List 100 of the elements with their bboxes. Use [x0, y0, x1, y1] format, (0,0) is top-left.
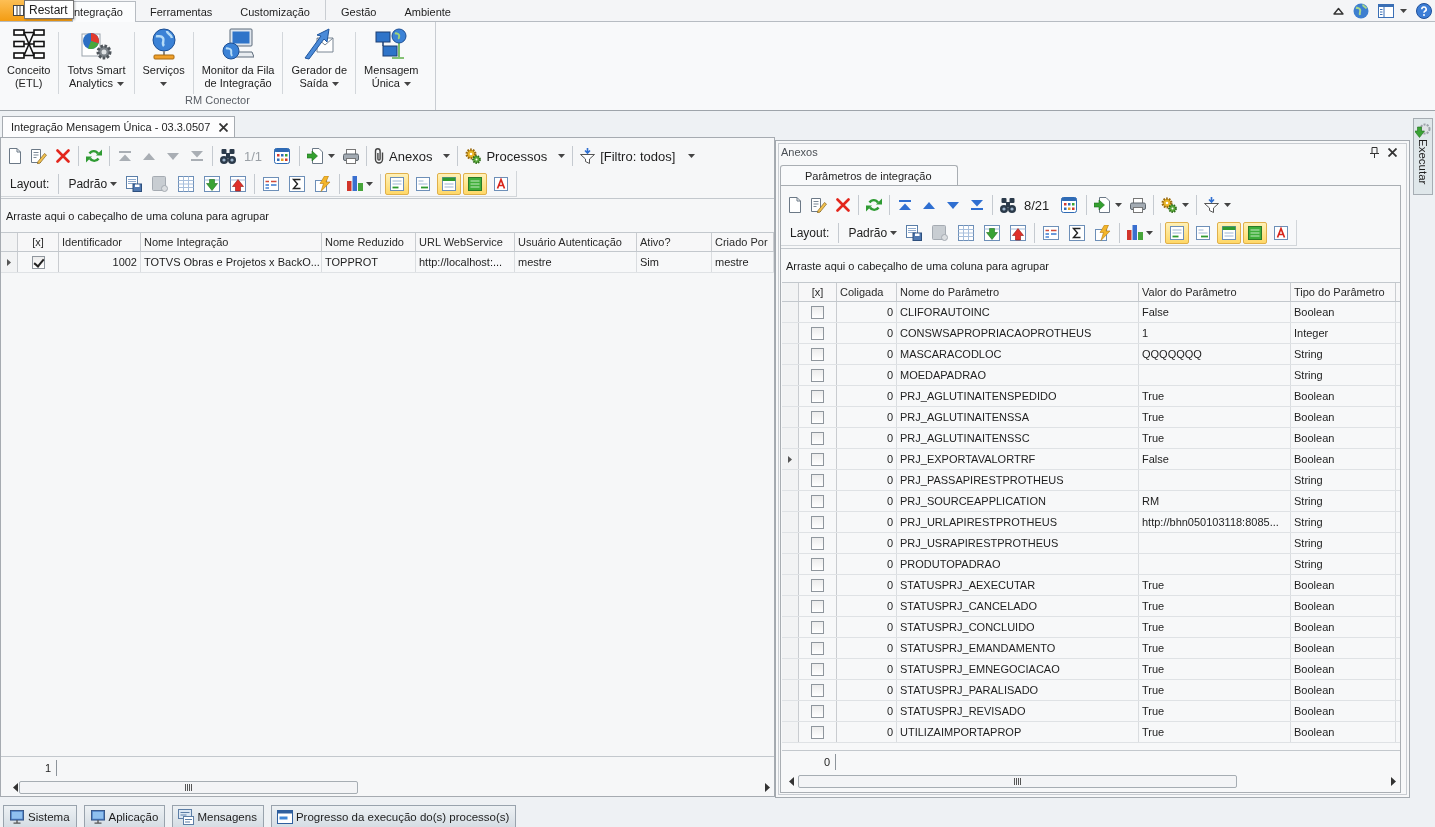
taskbar-button[interactable]: Sistema — [3, 805, 77, 827]
row-indicator-cell[interactable] — [782, 365, 799, 385]
document-tab[interactable]: Integração Mensagem Única - 03.3.0507 — [2, 116, 235, 137]
view-toggle[interactable] — [1243, 221, 1268, 244]
globe-icon[interactable] — [1353, 2, 1369, 19]
row-indicator-cell[interactable] — [1, 252, 18, 272]
processes-menu-button[interactable]: Processos — [461, 145, 570, 167]
delete-icon[interactable] — [56, 149, 70, 163]
ribbon-tab[interactable]: Ferramentas — [135, 1, 227, 22]
column-header[interactable]: Usuário Autenticação — [515, 233, 637, 251]
layout-dropdown[interactable]: Padrão — [62, 172, 122, 195]
scrollbar-thumb[interactable] — [798, 774, 1237, 788]
view-toggle[interactable] — [1165, 221, 1190, 244]
row-indicator-cell[interactable] — [782, 617, 799, 637]
checkbox[interactable] — [811, 473, 824, 487]
columns-icon[interactable] — [1043, 225, 1060, 240]
row-indicator-cell[interactable] — [782, 533, 799, 553]
taskbar-button[interactable]: Aplicação — [83, 805, 166, 827]
refresh-icon[interactable] — [86, 148, 102, 164]
printer-icon[interactable] — [343, 148, 360, 164]
checkbox[interactable] — [811, 389, 824, 403]
row-indicator-cell[interactable] — [782, 449, 799, 469]
search-icon[interactable] — [1000, 197, 1016, 213]
scroll-right-icon[interactable] — [765, 782, 770, 792]
checkbox[interactable] — [811, 410, 824, 424]
column-header[interactable]: Nome Integração — [141, 233, 322, 251]
row-indicator-cell[interactable] — [782, 323, 799, 343]
checkbox[interactable] — [811, 557, 824, 571]
grid-settings-icon[interactable] — [274, 148, 291, 164]
sigma-icon[interactable] — [289, 175, 306, 192]
edit-icon[interactable] — [31, 148, 47, 164]
side-tab[interactable]: Executar — [1413, 118, 1433, 195]
view-toggle[interactable] — [1217, 221, 1242, 244]
checkbox[interactable] — [811, 641, 824, 655]
filter-menu-button[interactable]: [Filtro: todos] — [576, 145, 700, 167]
scroll-left-icon[interactable] — [789, 776, 794, 786]
sigma-icon[interactable] — [1069, 224, 1086, 241]
row-indicator-cell[interactable] — [782, 302, 799, 322]
ribbon-tab[interactable]: Customização — [226, 1, 324, 22]
save-layout-icon[interactable] — [126, 175, 143, 192]
column-header[interactable]: [x] — [799, 283, 837, 301]
new-document-icon[interactable] — [9, 148, 21, 164]
row-indicator-cell[interactable] — [782, 575, 799, 595]
ribbon-button[interactable]: Conceito (ETL) — [2, 28, 56, 90]
row-indicator-cell[interactable] — [782, 701, 799, 721]
layout-dropdown[interactable]: Padrão — [842, 221, 902, 244]
checkbox[interactable] — [811, 347, 824, 361]
checkbox[interactable] — [811, 536, 824, 550]
delete-icon[interactable] — [836, 198, 850, 212]
column-header[interactable]: Criado Por — [712, 233, 774, 251]
view-toggle[interactable] — [385, 172, 410, 195]
checkbox[interactable] — [811, 704, 824, 718]
row-indicator-cell[interactable] — [782, 512, 799, 532]
import-layout-icon[interactable] — [204, 175, 221, 192]
checkbox[interactable] — [811, 599, 824, 613]
checkbox[interactable] — [811, 494, 824, 508]
ribbon-tab[interactable]: Ambiente — [390, 1, 465, 22]
import-layout-icon[interactable] — [984, 224, 1001, 241]
checkbox[interactable] — [811, 431, 824, 445]
column-header[interactable]: Coligada — [837, 283, 897, 301]
layout-icon[interactable] — [932, 224, 949, 241]
column-header[interactable]: Nome Reduzido — [322, 233, 416, 251]
column-header[interactable]: Nome do Parâmetro — [897, 283, 1139, 301]
row-indicator-cell[interactable] — [782, 638, 799, 658]
row-indicator-cell[interactable] — [782, 491, 799, 511]
row-indicator-cell[interactable] — [782, 407, 799, 427]
lightning-icon[interactable] — [315, 175, 332, 192]
table-icon[interactable] — [178, 175, 195, 192]
close-icon[interactable] — [219, 122, 228, 132]
panel-tab[interactable]: Parâmetros de integração — [780, 165, 958, 186]
next-record-icon[interactable] — [947, 201, 959, 209]
pin-icon[interactable] — [1370, 146, 1379, 158]
search-icon[interactable] — [220, 148, 236, 164]
row-indicator-cell[interactable] — [782, 659, 799, 679]
row-indicator-cell[interactable] — [782, 596, 799, 616]
table-icon[interactable] — [958, 224, 975, 241]
ribbon-tab[interactable]: Gestão — [327, 1, 391, 22]
ribbon-button[interactable]: Monitor da Fila de Integração — [196, 28, 280, 90]
checkbox[interactable] — [811, 683, 824, 697]
previous-record-icon[interactable] — [923, 201, 935, 209]
attachments-menu-button[interactable]: Anexos — [370, 145, 455, 167]
row-indicator-cell[interactable] — [782, 386, 799, 406]
checkbox[interactable] — [811, 326, 824, 340]
column-header[interactable]: Tipo do Parâmetro — [1291, 283, 1396, 301]
checkbox[interactable] — [811, 578, 824, 592]
checkbox[interactable] — [811, 368, 824, 382]
columns-icon[interactable] — [263, 176, 280, 191]
ribbon-button[interactable]: Totvs Smart Analytics — [62, 28, 131, 90]
checkbox[interactable] — [811, 452, 824, 466]
layout-icon[interactable] — [152, 175, 169, 192]
close-icon[interactable] — [1388, 147, 1397, 157]
ribbon-button[interactable]: Gerador de Saída — [286, 28, 353, 90]
row-indicator-cell[interactable] — [782, 680, 799, 700]
new-document-icon[interactable] — [789, 197, 801, 213]
taskbar-button[interactable]: Mensagens — [172, 805, 264, 827]
last-record-icon[interactable] — [971, 200, 983, 210]
view-toggle[interactable] — [437, 172, 462, 195]
checkbox[interactable] — [811, 662, 824, 676]
column-header[interactable]: URL WebService — [416, 233, 515, 251]
checkbox[interactable] — [31, 255, 45, 269]
